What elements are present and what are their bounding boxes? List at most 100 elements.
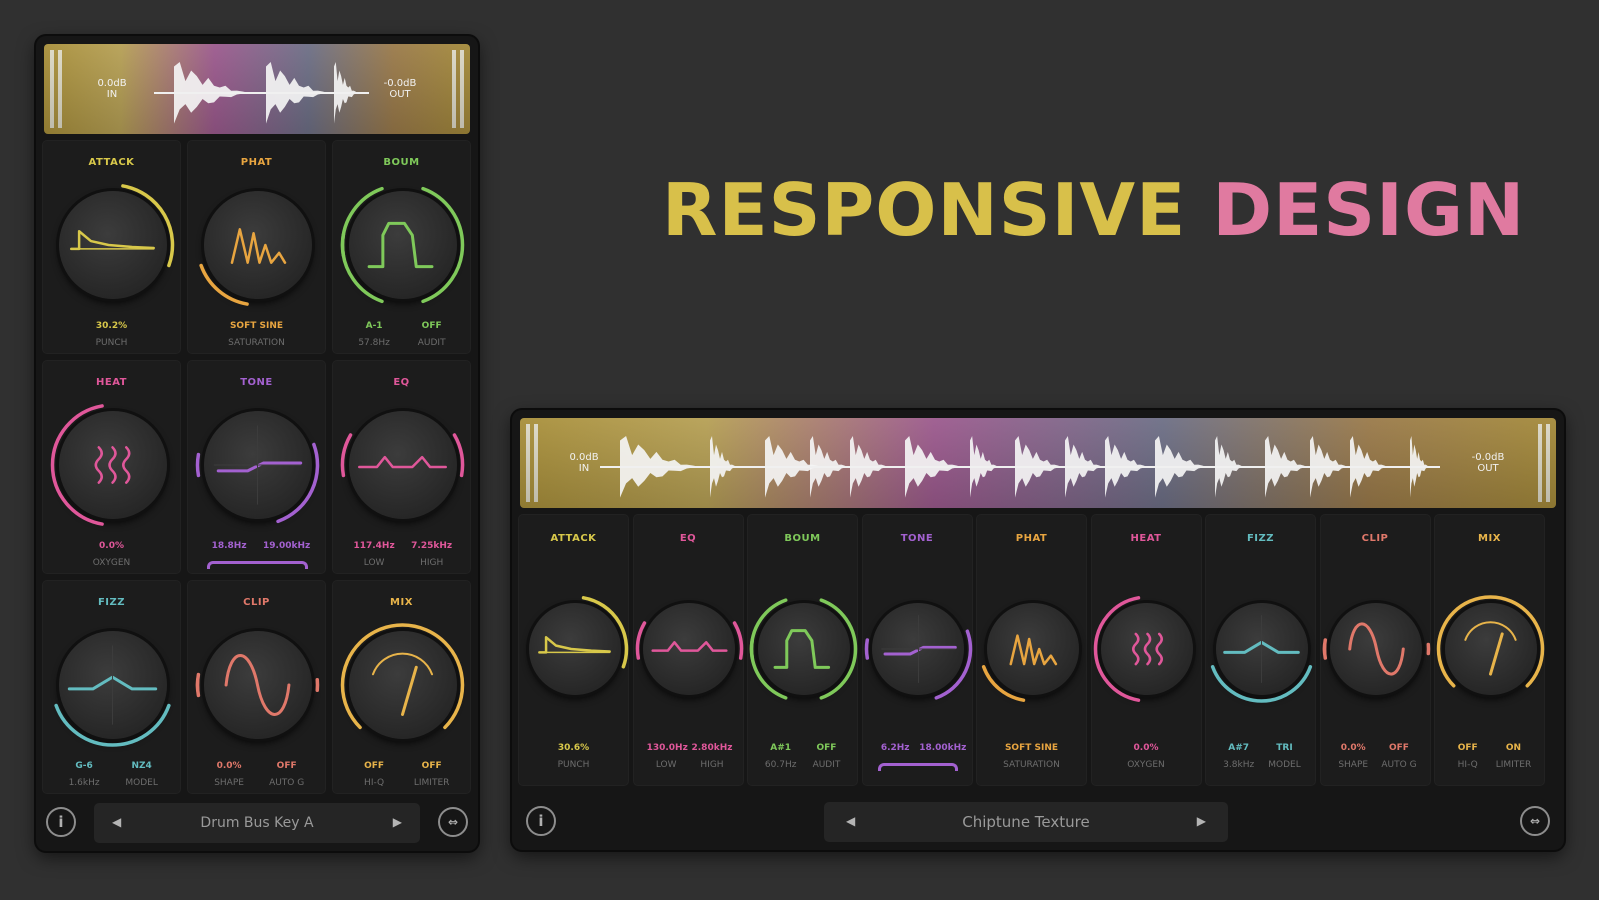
module-knob[interactable] [348, 191, 457, 299]
value-secondary[interactable]: OFF [404, 321, 459, 331]
value-primary[interactable]: 130.0Hz [647, 743, 688, 753]
module-fizz: FIZZ A#7 TRI 3.8kHz MODEL [1205, 514, 1316, 786]
module-mix: MIX OFF ON HI-Q LIMITER [1434, 514, 1545, 786]
value-primary[interactable]: OFF [1448, 743, 1487, 753]
module-title: MIX [1478, 533, 1501, 544]
value-primary[interactable]: 30.6% [519, 743, 628, 753]
headline-word-design: DESIGN [1212, 168, 1526, 252]
input-gain-label: IN [578, 463, 590, 474]
value-primary[interactable]: A-1 [349, 321, 398, 331]
info-icon[interactable]: i [46, 807, 76, 837]
module-clip: CLIP 0.0% OFF SHAPE AUTO G [1319, 514, 1431, 786]
value-primary[interactable]: 18.8Hz [204, 541, 253, 551]
resize-icon[interactable]: ⇔ [1520, 806, 1550, 836]
preset-prev-icon[interactable]: ◀ [846, 814, 855, 828]
module-knob[interactable] [643, 603, 735, 695]
module-knob[interactable] [58, 191, 167, 299]
module-knob[interactable] [872, 603, 964, 695]
module-knob[interactable] [1215, 603, 1308, 695]
input-gain-readout[interactable]: 0.0dB IN [92, 78, 132, 100]
module-knob[interactable] [1444, 603, 1537, 695]
input-gain-readout[interactable]: 0.0dB IN [564, 452, 604, 474]
value-secondary[interactable]: ON [1492, 743, 1536, 753]
module-knob[interactable] [986, 603, 1079, 695]
value-secondary[interactable]: OFF [259, 761, 314, 771]
value-secondary-label: AUDIT [812, 760, 841, 770]
value-secondary[interactable]: 19.00kHz [259, 541, 314, 551]
tone-range-bracket[interactable] [878, 763, 958, 771]
value-primary[interactable]: SOFT SINE [188, 321, 325, 331]
value-secondary-label: HIGH [700, 760, 724, 770]
waveform-display: 0.0dB IN -0.0dB OUT [520, 418, 1556, 508]
value-primary[interactable]: A#7 [1219, 743, 1258, 753]
footer-bar: i ◀ Chiptune Texture ▶ ⇔ [512, 794, 1564, 850]
value-primary[interactable]: SOFT SINE [977, 743, 1086, 753]
module-phat: PHAT SOFT SINE SATURATION [187, 140, 326, 354]
module-title: EQ [679, 533, 697, 544]
output-gain-value: -0.0dB [1471, 452, 1505, 463]
value-secondary[interactable]: 7.25kHz [404, 541, 459, 551]
value-primary[interactable]: OFF [349, 761, 398, 771]
module-knob[interactable] [58, 411, 167, 519]
headline-word-responsive: RESPONSIVE [662, 168, 1187, 252]
module-knob[interactable] [203, 631, 312, 739]
preset-selector[interactable]: ◀ Drum Bus Key A ▶ [94, 803, 420, 843]
value-primary[interactable]: 6.2Hz [876, 743, 915, 753]
value-primary-label: OXYGEN [92, 558, 131, 568]
value-primary-label: SHAPE [1338, 760, 1369, 770]
value-secondary[interactable]: 2.80kHz [690, 743, 734, 753]
value-secondary[interactable]: TRI [1263, 743, 1307, 753]
preset-name: Drum Bus Key A [200, 815, 314, 831]
resize-icon[interactable]: ⇔ [438, 807, 468, 837]
module-title: HEAT [96, 377, 127, 388]
module-knob[interactable] [348, 631, 457, 739]
tone-range-bracket[interactable] [207, 561, 308, 569]
module-eq: EQ 117.4Hz 7.25kHz LOW HIGH [332, 360, 471, 574]
value-secondary[interactable]: OFF [404, 761, 459, 771]
value-secondary[interactable]: NZ4 [114, 761, 169, 771]
module-knob[interactable] [528, 603, 621, 695]
value-primary[interactable]: G-6 [59, 761, 108, 771]
value-primary[interactable]: 0.0% [43, 541, 180, 551]
value-primary[interactable]: 117.4Hz [349, 541, 398, 551]
preset-next-icon[interactable]: ▶ [393, 815, 402, 829]
module-phat: PHAT SOFT SINE SATURATION [976, 514, 1087, 786]
output-gain-readout[interactable]: -0.0dB OUT [1466, 452, 1510, 474]
value-primary[interactable]: 0.0% [204, 761, 253, 771]
module-title: ATTACK [88, 157, 135, 168]
value-primary[interactable]: 0.0% [1334, 743, 1373, 753]
plugin-window-wide: 0.0dB IN -0.0dB OUT ATTACK 30.6% PUNCH EQ 13… [512, 410, 1564, 850]
module-knob[interactable] [58, 631, 167, 739]
module-title: CLIP [1361, 533, 1389, 544]
module-knob[interactable] [1101, 603, 1193, 695]
module-boum: BOUM A-1 OFF 57.8Hz AUDIT [332, 140, 471, 354]
module-attack: ATTACK 30.6% PUNCH [518, 514, 629, 786]
output-gain-label: OUT [389, 89, 411, 100]
value-secondary-label: HIGH [420, 558, 444, 568]
module-tone: TONE 18.8Hz 19.00kHz [187, 360, 326, 574]
preset-prev-icon[interactable]: ◀ [112, 815, 121, 829]
value-primary-label: SHAPE [214, 778, 244, 788]
value-secondary[interactable]: OFF [1377, 743, 1421, 753]
info-icon[interactable]: i [526, 806, 556, 836]
preset-next-icon[interactable]: ▶ [1197, 814, 1206, 828]
value-primary[interactable]: 0.0% [1092, 743, 1201, 753]
output-gain-value: -0.0dB [383, 78, 417, 89]
module-knob[interactable] [203, 411, 312, 519]
module-attack: ATTACK 30.2% PUNCH [42, 140, 181, 354]
module-knob[interactable] [348, 411, 457, 519]
footer-bar: i ◀ Drum Bus Key A ▶ ⇔ [36, 795, 478, 851]
module-knob[interactable] [203, 191, 312, 299]
value-primary[interactable]: A#1 [761, 743, 800, 753]
output-gain-readout[interactable]: -0.0dB OUT [378, 78, 422, 100]
module-eq: EQ 130.0Hz 2.80kHz LOW HIGH [632, 514, 744, 786]
value-secondary[interactable]: 18.00kHz [919, 743, 966, 753]
value-primary-label: SATURATION [1003, 760, 1060, 770]
preset-selector[interactable]: ◀ Chiptune Texture ▶ [824, 802, 1228, 842]
module-knob[interactable] [757, 603, 850, 695]
value-primary[interactable]: 30.2% [43, 321, 180, 331]
value-secondary[interactable]: OFF [805, 743, 849, 753]
input-gain-value: 0.0dB [569, 452, 599, 463]
module-knob[interactable] [1330, 603, 1422, 695]
value-primary-label: 3.8kHz [1223, 760, 1255, 770]
